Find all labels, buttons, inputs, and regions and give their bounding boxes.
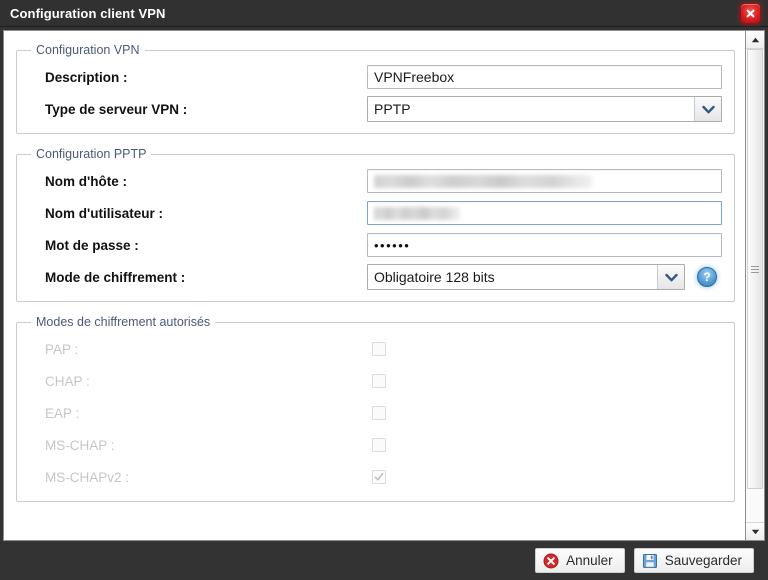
pap-checkbox (372, 342, 386, 356)
dialog-titlebar: Configuration client VPN (0, 0, 768, 27)
field-label: Nom d'hôte : (45, 173, 127, 189)
field-label: Nom d'utilisateur : (45, 205, 163, 221)
field-label: MS-CHAP : (45, 437, 115, 453)
chevron-down-icon[interactable] (694, 97, 721, 121)
field-label: MS-CHAPv2 : (45, 469, 130, 485)
group-configuration-vpn: Configuration VPN Description : VPNFreeb… (16, 43, 735, 134)
field-row-chap: CHAP : (27, 365, 724, 397)
cancel-button-label: Annuler (566, 553, 613, 568)
ms-chap-checkbox (372, 438, 386, 452)
field-row-password: Mot de passe : •••••• (27, 229, 724, 261)
dialog-title: Configuration client VPN (10, 5, 166, 21)
hostname-input[interactable] (367, 169, 722, 193)
save-button[interactable]: Sauvegarder (633, 548, 754, 573)
field-row-hostname: Nom d'hôte : (27, 165, 724, 197)
field-label: Type de serveur VPN : (45, 101, 188, 117)
group-legend: Configuration VPN (36, 43, 140, 57)
help-icon[interactable]: ? (697, 267, 717, 287)
encryption-mode-select[interactable]: Obligatoire 128 bits (367, 264, 685, 290)
field-row-username: Nom d'utilisateur : (27, 197, 724, 229)
floppy-disk-icon (642, 553, 658, 569)
group-configuration-pptp: Configuration PPTP Nom d'hôte : Nom d'ut… (16, 147, 735, 302)
field-row-description: Description : VPNFreebox (27, 61, 724, 93)
group-allowed-encryption-modes: Modes de chiffrement autorisés PAP : CHA… (16, 315, 735, 502)
triangle-down-icon[interactable] (746, 522, 764, 540)
chap-checkbox (372, 374, 386, 388)
redacted-value (374, 174, 592, 188)
save-button-label: Sauvegarder (664, 553, 742, 568)
username-input[interactable] (367, 201, 722, 225)
ms-chapv2-checkbox (372, 470, 386, 484)
encryption-mode-value: Obligatoire 128 bits (368, 265, 657, 289)
server-type-value: PPTP (368, 97, 694, 121)
password-value: •••••• (374, 237, 411, 253)
triangle-up-icon[interactable] (746, 31, 764, 49)
eap-checkbox (372, 406, 386, 420)
field-label: CHAP : (45, 373, 90, 389)
vpn-client-configuration-dialog: Configuration client VPN Configuration V… (0, 0, 768, 580)
dialog-body: Configuration VPN Description : VPNFreeb… (0, 27, 768, 541)
close-icon[interactable] (741, 4, 760, 23)
field-label: PAP : (45, 341, 79, 357)
field-row-encryption-mode: Mode de chiffrement : Obligatoire 128 bi… (27, 261, 724, 293)
scrollbar-thumb[interactable] (747, 49, 763, 489)
cancel-button[interactable]: Annuler (535, 548, 625, 573)
redacted-value (374, 206, 460, 220)
group-legend: Modes de chiffrement autorisés (36, 315, 211, 329)
chevron-down-icon[interactable] (657, 265, 684, 289)
field-row-pap: PAP : (27, 333, 724, 365)
field-row-ms-chap: MS-CHAP : (27, 429, 724, 461)
server-type-select[interactable]: PPTP (367, 96, 722, 122)
description-input[interactable]: VPNFreebox (367, 65, 722, 89)
error-x-icon (543, 553, 559, 569)
dialog-footer: Annuler Sauvegarder (0, 541, 768, 580)
field-label: Mode de chiffrement : (45, 269, 186, 285)
checkmark-icon (374, 472, 384, 481)
group-legend: Configuration PPTP (36, 147, 147, 161)
scrollable-content: Configuration VPN Description : VPNFreeb… (3, 30, 745, 541)
field-row-eap: EAP : (27, 397, 724, 429)
field-row-server-type: Type de serveur VPN : PPTP (27, 93, 724, 125)
scrollbar-track[interactable] (746, 49, 764, 522)
password-input[interactable]: •••••• (367, 233, 722, 257)
scrollbar-grip (751, 264, 759, 275)
description-value: VPNFreebox (374, 69, 455, 85)
field-label: EAP : (45, 405, 80, 421)
field-label: Mot de passe : (45, 237, 139, 253)
help-icon-glyph: ? (703, 270, 711, 284)
vertical-scrollbar[interactable] (745, 30, 765, 541)
field-label: Description : (45, 69, 128, 85)
field-row-ms-chapv2: MS-CHAPv2 : (27, 461, 724, 493)
